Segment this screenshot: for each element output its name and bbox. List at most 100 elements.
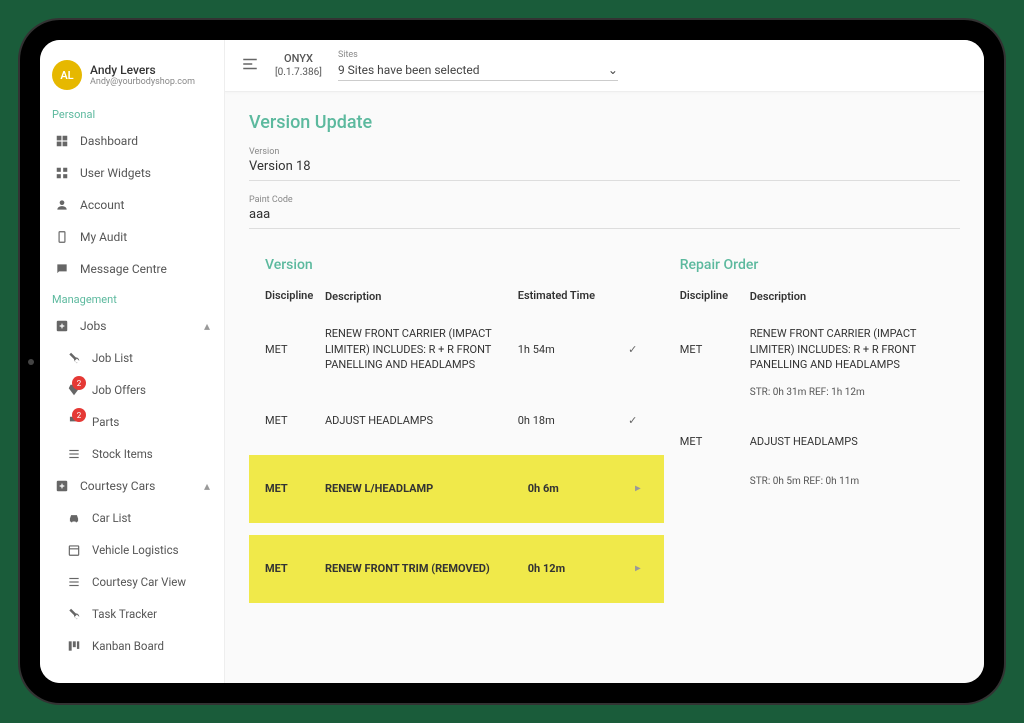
- board-icon: [66, 638, 82, 654]
- sidebar-item-job-offers[interactable]: 2 Job Offers: [40, 374, 224, 406]
- account-icon: [54, 197, 70, 213]
- cell-time: 0h 18m: [518, 414, 618, 427]
- version-field-label: Version: [249, 147, 960, 157]
- repair-row[interactable]: METADJUST HEADLAMPS: [664, 408, 960, 476]
- version-field-value[interactable]: Version 18: [249, 159, 960, 181]
- sidebar-item-label: Vehicle Logistics: [92, 543, 179, 557]
- sidebar-item-label: Task Tracker: [92, 607, 157, 621]
- sidebar-item-label: Parts: [92, 415, 119, 429]
- repair-sub-times: STR: 0h 31m REF: 1h 12m: [664, 387, 960, 408]
- version-row[interactable]: METRENEW FRONT CARRIER (IMPACT LIMITER) …: [249, 312, 664, 386]
- user-block[interactable]: AL Andy Levers Andy@yourbodyshop.com: [40, 50, 224, 100]
- sidebar-item-label: Job Offers: [92, 383, 146, 397]
- nav-section-management: Management: [40, 285, 224, 310]
- page-title: Version Update: [249, 112, 960, 133]
- cell-discipline: MET: [265, 414, 325, 427]
- plus-square-icon: [54, 478, 70, 494]
- paint-code-label: Paint Code: [249, 195, 960, 205]
- chevron-up-icon: ▴: [204, 319, 210, 333]
- sidebar-item-label: Dashboard: [80, 134, 138, 148]
- col-header-description: Description: [325, 289, 518, 304]
- repair-row[interactable]: METRENEW FRONT CARRIER (IMPACT LIMITER) …: [664, 312, 960, 386]
- sidebar-item-account[interactable]: Account: [40, 189, 224, 221]
- sidebar-item-label: My Audit: [80, 230, 127, 244]
- chevron-down-icon: ⌄: [608, 63, 618, 77]
- notification-badge: 2: [72, 408, 86, 422]
- list-icon: [66, 574, 82, 590]
- version-table: Version Discipline Description Estimated…: [249, 249, 664, 615]
- sites-select[interactable]: 9 Sites have been selected ⌄: [338, 60, 618, 81]
- cell-discipline: MET: [265, 343, 325, 356]
- repair-table-title: Repair Order: [664, 249, 960, 281]
- list-icon: [66, 446, 82, 462]
- check-icon: ✓: [618, 414, 648, 427]
- version-table-title: Version: [249, 249, 664, 281]
- paint-code-value[interactable]: aaa: [249, 207, 960, 229]
- sidebar-item-label: Job List: [92, 351, 133, 365]
- sidebar-item-message-centre[interactable]: Message Centre: [40, 253, 224, 285]
- sidebar-item-kanban-board[interactable]: Kanban Board: [40, 630, 224, 662]
- cell-description: RENEW L/HEADLAMP: [325, 481, 528, 496]
- arrow-icon: ▸: [628, 563, 648, 574]
- sidebar-item-label: Stock Items: [92, 447, 153, 461]
- user-email: Andy@yourbodyshop.com: [90, 77, 195, 87]
- version-row[interactable]: METADJUST HEADLAMPS0h 18m✓: [249, 387, 664, 455]
- wrench-icon: [66, 606, 82, 622]
- cell-description: ADJUST HEADLAMPS: [750, 434, 944, 449]
- brand-block: ONYX [0.1.7.386]: [275, 52, 322, 79]
- cell-description: RENEW FRONT CARRIER (IMPACT LIMITER) INC…: [325, 326, 518, 372]
- cell-time: 0h 6m: [528, 482, 628, 495]
- dashboard-icon: [54, 133, 70, 149]
- version-row[interactable]: METRENEW FRONT TRIM (REMOVED)0h 12m▸: [249, 535, 664, 603]
- brand-version: [0.1.7.386]: [275, 66, 322, 79]
- sidebar-item-stock-items[interactable]: Stock Items: [40, 438, 224, 470]
- sidebar-item-label: Jobs: [80, 319, 106, 333]
- brand-name: ONYX: [275, 52, 322, 66]
- topbar: ONYX [0.1.7.386] Sites 9 Sites have been…: [225, 40, 984, 92]
- calendar-icon: [66, 542, 82, 558]
- check-icon: ✓: [618, 343, 648, 356]
- sidebar-item-job-list[interactable]: Job List: [40, 342, 224, 374]
- sidebar-item-label: Courtesy Car View: [92, 575, 186, 589]
- col-header-discipline: Discipline: [265, 289, 325, 304]
- sidebar-item-label: Car List: [92, 511, 131, 525]
- cell-description: RENEW FRONT CARRIER (IMPACT LIMITER) INC…: [750, 326, 944, 372]
- sidebar: AL Andy Levers Andy@yourbodyshop.com Per…: [40, 40, 225, 683]
- col-header-time: Estimated Time: [518, 289, 618, 304]
- sidebar-item-label: Message Centre: [80, 262, 167, 276]
- widgets-icon: [54, 165, 70, 181]
- sidebar-item-vehicle-logistics[interactable]: Vehicle Logistics: [40, 534, 224, 566]
- menu-toggle-icon[interactable]: [241, 55, 259, 77]
- sidebar-item-dashboard[interactable]: Dashboard: [40, 125, 224, 157]
- sidebar-item-courtesy-car-view[interactable]: Courtesy Car View: [40, 566, 224, 598]
- message-icon: [54, 261, 70, 277]
- sites-selected-text: 9 Sites have been selected: [338, 63, 480, 77]
- sidebar-item-label: User Widgets: [80, 166, 151, 180]
- col-header-discipline: Discipline: [680, 289, 750, 304]
- audit-icon: [54, 229, 70, 245]
- sidebar-item-jobs[interactable]: Jobs ▴: [40, 310, 224, 342]
- avatar: AL: [52, 60, 82, 90]
- cell-discipline: MET: [680, 435, 750, 448]
- version-row[interactable]: METRENEW L/HEADLAMP0h 6m▸: [249, 455, 664, 523]
- wrench-icon: [66, 350, 82, 366]
- cell-description: RENEW FRONT TRIM (REMOVED): [325, 561, 528, 576]
- sidebar-item-label: Kanban Board: [92, 639, 164, 653]
- cell-discipline: MET: [680, 343, 750, 356]
- sidebar-item-user-widgets[interactable]: User Widgets: [40, 157, 224, 189]
- sidebar-item-courtesy-cars[interactable]: Courtesy Cars ▴: [40, 470, 224, 502]
- repair-order-table: Repair Order Discipline Description METR…: [664, 249, 960, 615]
- sidebar-item-label: Courtesy Cars: [80, 479, 155, 493]
- col-header-description: Description: [750, 289, 944, 304]
- arrow-icon: ▸: [628, 483, 648, 494]
- sidebar-item-parts[interactable]: 2 Parts: [40, 406, 224, 438]
- repair-sub-times: STR: 0h 5m REF: 0h 11m: [664, 476, 960, 497]
- sidebar-item-task-tracker[interactable]: Task Tracker: [40, 598, 224, 630]
- cell-discipline: MET: [265, 482, 325, 495]
- sidebar-item-my-audit[interactable]: My Audit: [40, 221, 224, 253]
- sites-label: Sites: [338, 50, 968, 60]
- sidebar-item-label: Account: [80, 198, 124, 212]
- chevron-up-icon: ▴: [204, 479, 210, 493]
- cell-discipline: MET: [265, 562, 325, 575]
- sidebar-item-car-list[interactable]: Car List: [40, 502, 224, 534]
